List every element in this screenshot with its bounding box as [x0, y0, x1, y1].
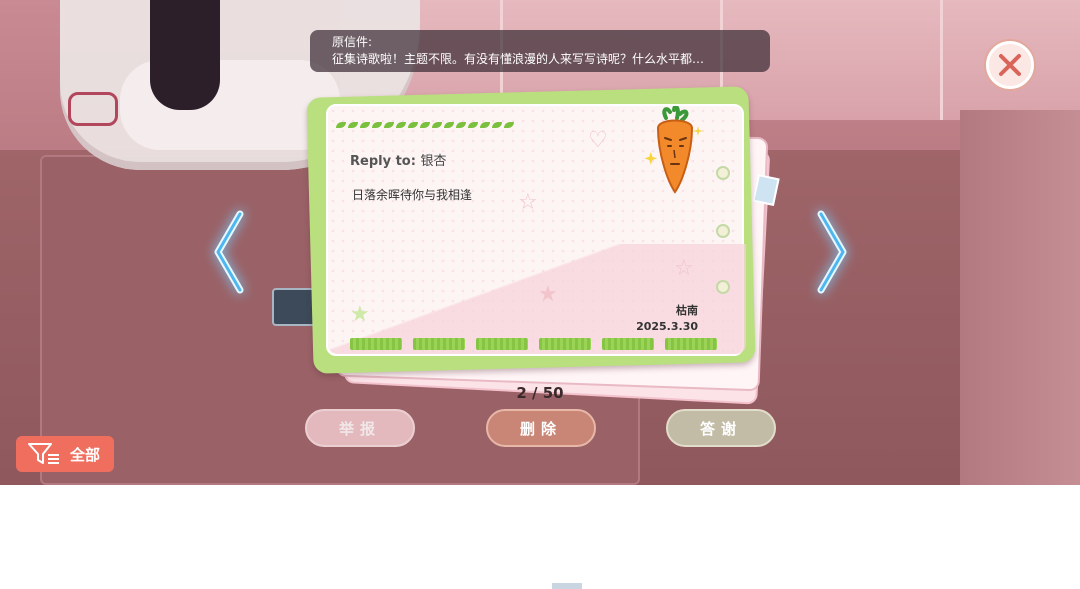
heart-doodle-icon: ♡	[588, 128, 608, 153]
binder-ring	[716, 280, 730, 294]
filter-button[interactable]: 全部	[16, 436, 114, 472]
star-doodle-icon: ★	[350, 302, 370, 327]
letter-date: 2025.3.30	[636, 320, 698, 333]
letter-signer: 枯南	[676, 304, 698, 317]
original-letter-label: 原信件:	[332, 35, 373, 49]
star-doodle-icon: ☆	[518, 190, 538, 215]
close-button[interactable]	[986, 41, 1034, 89]
page-current: 2	[516, 384, 527, 402]
page-counter: 2 / 50	[490, 384, 590, 402]
tape-border	[350, 338, 717, 350]
page-separator: /	[532, 384, 538, 402]
reply-to-label: Reply to:	[350, 154, 416, 169]
filter-label: 全部	[70, 446, 101, 464]
original-letter-bubble: 原信件: 征集诗歌啦！主题不限。有没有懂浪漫的人来写写诗呢？什么水平都…	[310, 30, 770, 72]
left-arrow-icon	[214, 210, 244, 294]
reply-letter-card: ♡ ☆ ☆ ★ ★ Reply to: 银杏 日落余晖待你与我相逢 枯南 202…	[326, 104, 746, 356]
next-letter-button[interactable]	[815, 210, 849, 294]
reply-to-name: 银杏	[420, 154, 447, 169]
previous-letter-button[interactable]	[212, 210, 246, 294]
filter-icon	[28, 443, 59, 464]
binder-ring	[716, 224, 730, 238]
original-letter-text: 征集诗歌啦！主题不限。有没有懂浪漫的人来写写诗呢？什么水平都…	[332, 52, 705, 66]
binder-ring	[716, 166, 730, 180]
letter-body: 日落余晖待你与我相逢	[352, 188, 473, 202]
character-ribbon	[68, 92, 118, 126]
report-button[interactable]: 举报	[305, 409, 415, 447]
page-total: 50	[542, 384, 564, 402]
star-doodle-icon: ☆	[674, 256, 694, 281]
close-icon	[999, 54, 1021, 76]
right-arrow-icon	[817, 210, 847, 294]
carrot-sticker-icon	[644, 106, 703, 194]
scene-edge	[960, 110, 1080, 485]
delete-button[interactable]: 删除	[486, 409, 596, 447]
character-hair	[150, 0, 220, 110]
thanks-button[interactable]: 答谢	[666, 409, 776, 447]
star-doodle-icon: ★	[538, 282, 558, 307]
leaf-border	[336, 122, 514, 132]
reply-to-line: Reply to: 银杏	[350, 150, 446, 169]
